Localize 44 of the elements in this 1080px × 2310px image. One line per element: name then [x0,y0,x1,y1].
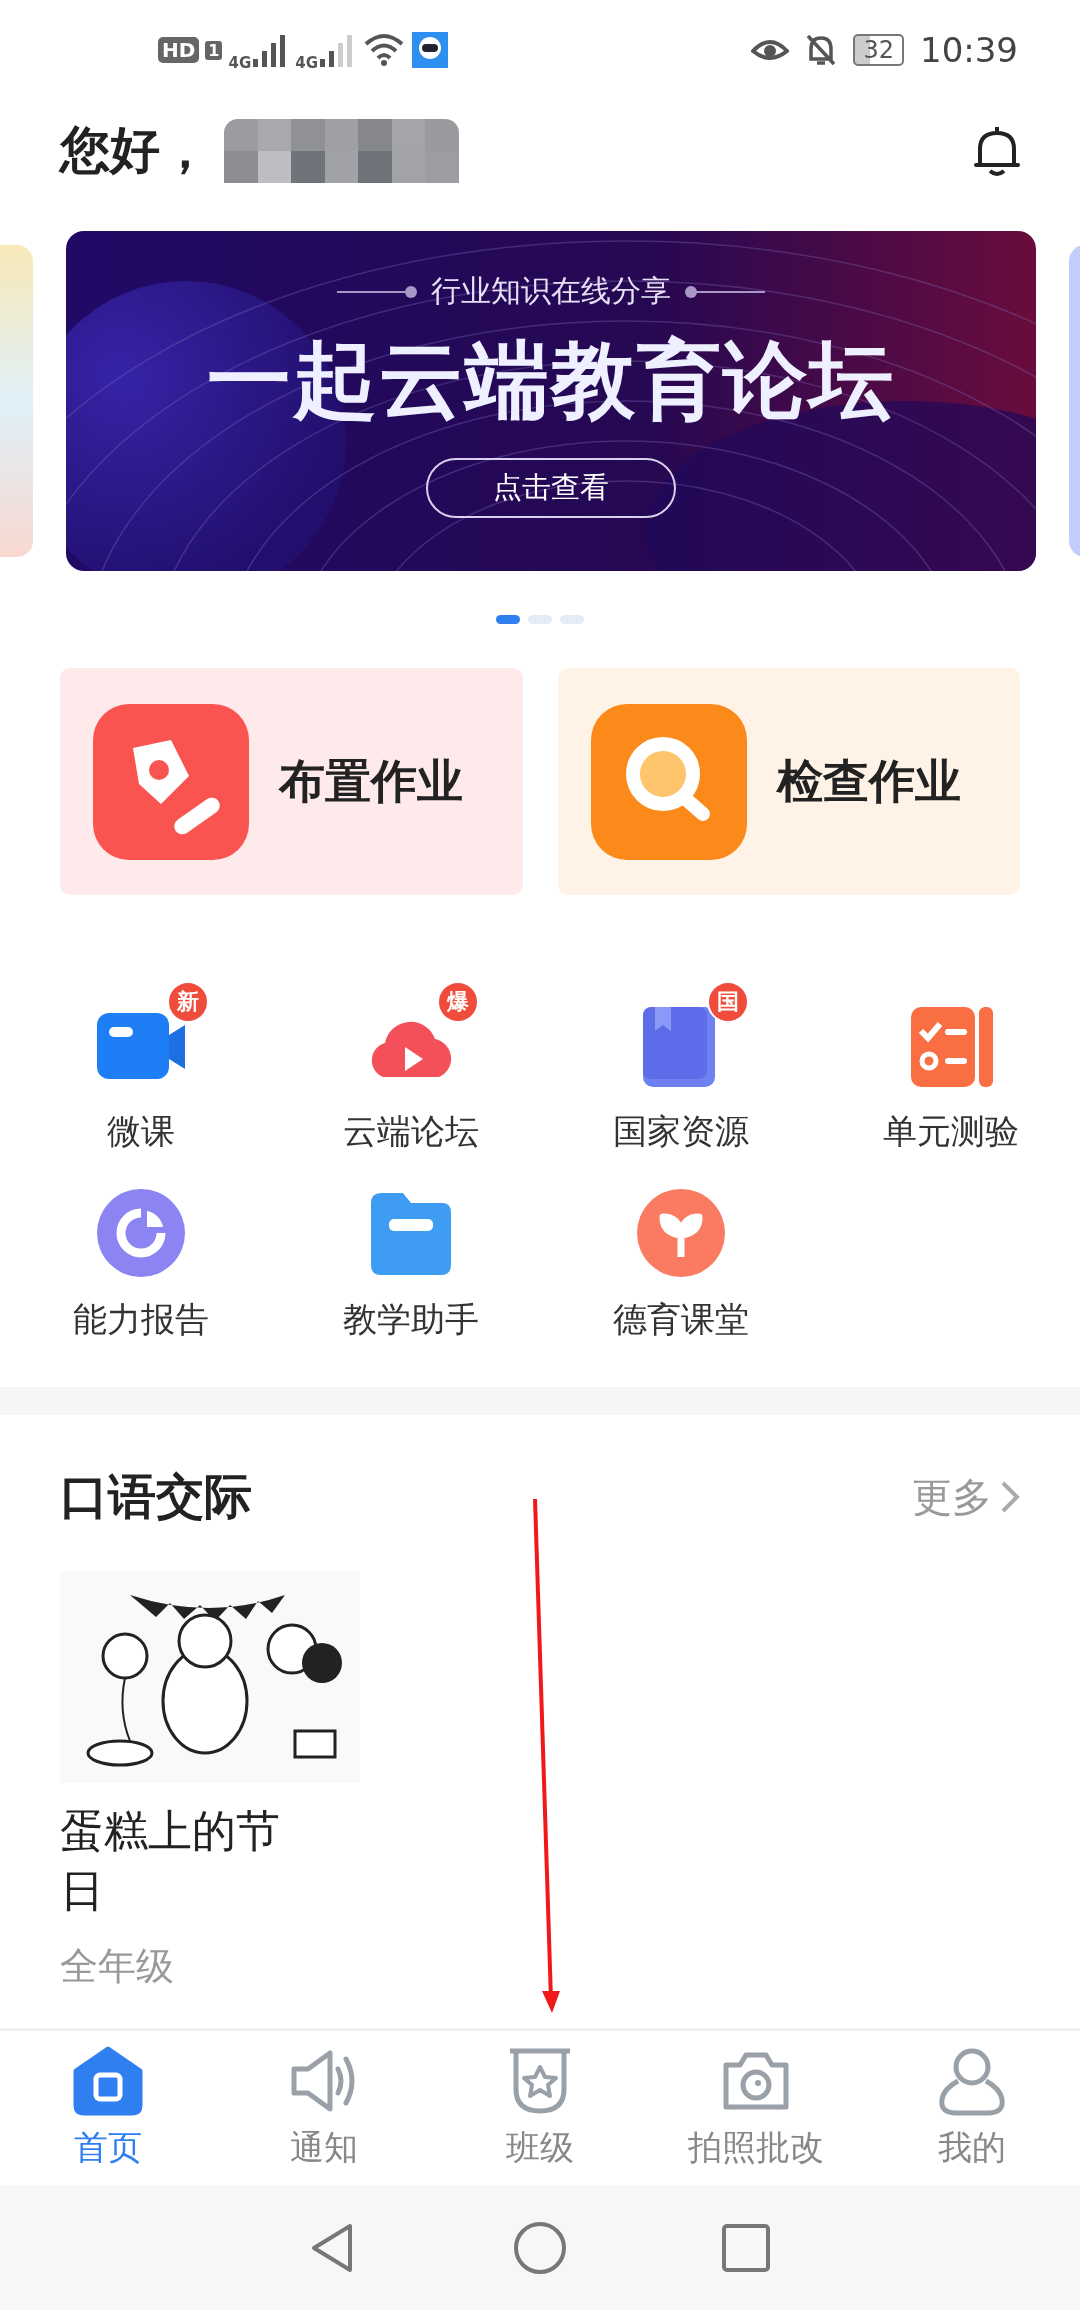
greeting: 您好， [60,120,210,181]
nav-tab[interactable]: 班级 [432,2031,648,2185]
action-label: 检查作业 [776,752,961,810]
chevron-right-icon [1000,1480,1020,1514]
nav-tab[interactable]: 我的 [864,2031,1080,2185]
banner-title: 一起云端教育论坛 [207,330,895,431]
nav-tab[interactable]: 首页 [0,2031,216,2185]
tool-badge: 爆 [437,981,479,1023]
banner-subtitle: 行业知识在线分享 [431,272,671,310]
line-dot-icon [337,285,417,298]
nav-tab[interactable]: 拍照批改 [648,2031,864,2185]
nav-tab[interactable]: 通知 [216,2031,432,2185]
network-label: 4G [228,54,252,72]
tool-badge: 新 [167,981,209,1023]
section-title: 口语交际 [60,1467,252,1526]
bell-muted-icon [805,33,838,67]
clock: 10:39 [920,30,1018,70]
app-icon [412,32,448,68]
tool-label[interactable]: 微课 [107,1109,175,1155]
bell-icon[interactable] [974,124,1020,177]
tool-label[interactable]: 德育课堂 [613,1297,749,1343]
tool-label[interactable]: 能力报告 [73,1297,209,1343]
tool-label[interactable]: 国家资源 [613,1109,749,1155]
tool-label[interactable]: 单元测验 [883,1109,1019,1155]
sim-label: 1 [205,40,223,60]
view-button[interactable]: 点击查看 [426,458,676,518]
banner[interactable]: 行业知识在线分享 一起云端教育论坛 点击查看 [66,231,1036,571]
tool-label[interactable]: 云端论坛 [343,1109,479,1155]
line-dot-icon [685,285,765,298]
network-label: 4G [295,54,318,72]
action-label: 布置作业 [279,752,463,810]
tool-label[interactable]: 教学助手 [343,1297,479,1343]
lesson-title[interactable]: 蛋糕上的节日 [60,1801,310,1921]
magnifier-icon [590,703,747,860]
action-card[interactable]: 布置作业 [60,668,523,895]
pen-nib-icon [93,703,249,860]
action-card[interactable]: 检查作业 [557,668,1020,895]
grade-label: 全年级 [60,1943,175,1990]
wifi-icon [362,32,406,68]
battery-level: 32 [853,34,904,66]
hd-label: HD [158,37,200,63]
home-icon [72,2045,144,2117]
home-button-icon[interactable] [512,2219,568,2276]
tool-badge: 国 [707,981,749,1023]
